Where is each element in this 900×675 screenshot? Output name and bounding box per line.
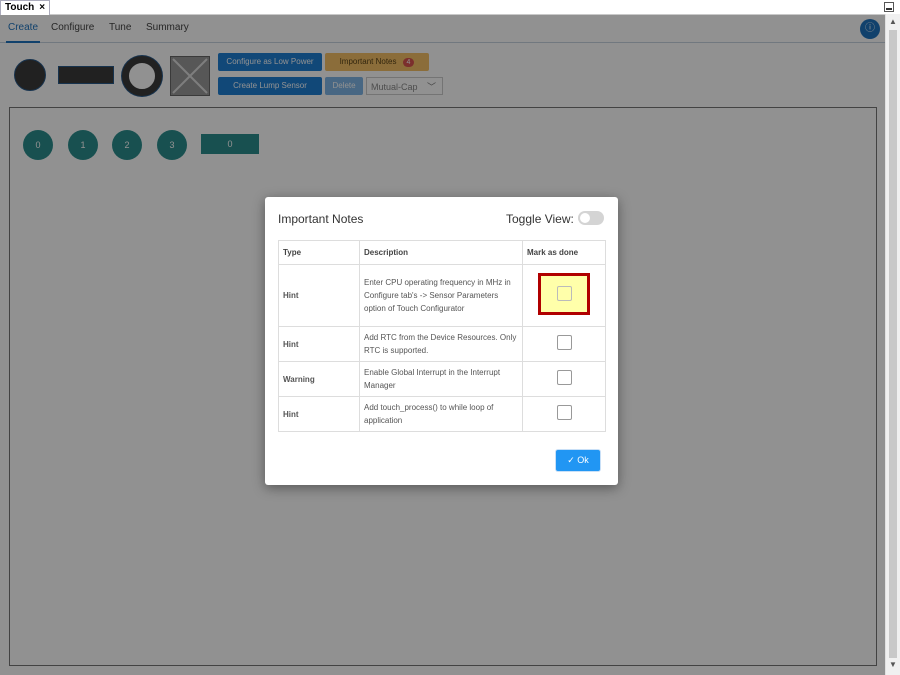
ok-button[interactable]: ✓ Ok bbox=[556, 450, 600, 471]
mark-done-cell bbox=[522, 264, 606, 327]
touch-configurator-app: Touch × Create Configure Tune Summary ⓘ C… bbox=[0, 0, 900, 675]
note-description: Add RTC from the Device Resources. Only … bbox=[359, 326, 523, 362]
mark-done-checkbox[interactable] bbox=[556, 404, 572, 420]
minimize-icon[interactable] bbox=[884, 2, 894, 12]
toggle-view-switch[interactable] bbox=[578, 211, 604, 225]
scroll-up-icon[interactable]: ▲ bbox=[889, 17, 897, 26]
mark-done-cell bbox=[522, 396, 606, 432]
column-header: Type bbox=[278, 240, 360, 265]
column-header: Mark as done bbox=[522, 240, 606, 265]
ok-label: Ok bbox=[577, 455, 589, 465]
note-type: Hint bbox=[278, 264, 360, 327]
note-type: Warning bbox=[278, 361, 360, 397]
toggle-view-label: Toggle View: bbox=[506, 212, 574, 226]
check-icon: ✓ bbox=[567, 455, 575, 465]
mark-done-checkbox[interactable] bbox=[557, 285, 572, 301]
window-tab-touch[interactable]: Touch × bbox=[0, 0, 51, 15]
dialog-title: Important Notes bbox=[278, 212, 364, 226]
table-header-row: Type Description Mark as done bbox=[278, 240, 606, 265]
table-row: Hint Add touch_process() to while loop o… bbox=[278, 396, 606, 432]
note-description: Enable Global Interrupt in the Interrupt… bbox=[359, 361, 523, 397]
note-description: Enter CPU operating frequency in MHz in … bbox=[359, 264, 523, 327]
table-row: Hint Add RTC from the Device Resources. … bbox=[278, 326, 606, 362]
window-tab-strip: Touch × bbox=[0, 0, 900, 15]
column-header: Description bbox=[359, 240, 523, 265]
important-notes-dialog: Important Notes Toggle View: Type Descri… bbox=[265, 197, 618, 485]
scrollbar-thumb[interactable] bbox=[889, 30, 897, 658]
note-description: Add touch_process() to while loop of app… bbox=[359, 396, 523, 432]
toggle-knob bbox=[580, 213, 590, 223]
table-row: Hint Enter CPU operating frequency in MH… bbox=[278, 264, 606, 327]
note-type: Hint bbox=[278, 326, 360, 362]
note-type: Hint bbox=[278, 396, 360, 432]
mark-done-checkbox[interactable] bbox=[556, 334, 572, 350]
scroll-down-icon[interactable]: ▼ bbox=[889, 660, 897, 669]
mark-done-cell bbox=[522, 361, 606, 397]
mark-done-cell bbox=[522, 326, 606, 362]
notes-table: Type Description Mark as done Hint Enter… bbox=[278, 240, 606, 432]
table-row: Warning Enable Global Interrupt in the I… bbox=[278, 361, 606, 397]
close-icon[interactable]: × bbox=[39, 2, 45, 13]
mark-done-checkbox[interactable] bbox=[556, 369, 572, 385]
highlighted-checkbox-frame bbox=[538, 272, 590, 315]
vertical-scrollbar[interactable]: ▲ ▼ bbox=[885, 14, 900, 675]
window-tab-title: Touch bbox=[5, 2, 35, 13]
